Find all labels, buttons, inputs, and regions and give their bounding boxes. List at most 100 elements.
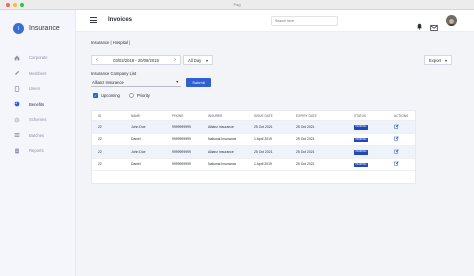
column-header-status[interactable]: STATUS	[354, 114, 366, 118]
chevron-left-icon[interactable]: ‹	[92, 56, 102, 64]
cell-phone: 9999999999	[172, 137, 191, 142]
sidebar-item-label: Benefits	[29, 101, 45, 107]
cell-phone: 9999999999	[172, 162, 191, 167]
table-row[interactable]: 22 Daniel 9999999999 National Insurance …	[92, 159, 415, 171]
settings-icon	[14, 117, 20, 123]
column-header-phone[interactable]: PHONE	[172, 114, 183, 118]
company-select[interactable]: Allianz Insurance ▼	[91, 79, 181, 87]
sidebar-nav: Corporate Members Users Benefits Schemes	[0, 50, 76, 159]
cell-expiry-date: 25 Oct 2021	[296, 149, 315, 154]
sidebar-item-label: Corporate	[29, 55, 48, 61]
column-header-id[interactable]: ID	[98, 114, 101, 118]
cell-insurer: Allianz Insurance	[208, 124, 234, 129]
cell-name: John Doe	[131, 124, 146, 129]
pencil-icon	[14, 70, 20, 76]
upcoming-label: Upcoming	[101, 93, 120, 98]
period-dropdown[interactable]: All Day ▾	[183, 55, 213, 65]
sidebar-item-corporate[interactable]: Corporate	[0, 50, 76, 66]
sidebar-item-label: Batches	[29, 132, 45, 138]
sidebar-item-batches[interactable]: Batches	[0, 128, 76, 144]
column-header-actions: ACTIONS	[394, 113, 409, 118]
cell-issue-date: 25 Oct 2021	[254, 149, 273, 154]
sidebar-item-members[interactable]: Members	[0, 66, 76, 82]
bell-icon[interactable]	[416, 17, 423, 30]
column-header-insurer[interactable]: INSURER	[208, 114, 222, 118]
search-input[interactable]	[271, 15, 338, 26]
brand-name: Insurance	[29, 25, 60, 32]
status-badge: PENDING	[354, 150, 368, 155]
sidebar-item-schemes[interactable]: Schemes	[0, 112, 76, 128]
company-list-label: Insurance Company List	[91, 71, 137, 76]
table-header: ID NAME PHONE INSURER ISSUE DATE EXPIRY …	[92, 111, 415, 121]
cell-expiry-date: 25 Oct 2021	[296, 162, 315, 167]
sidebar-item-benefits[interactable]: Benefits	[0, 97, 76, 113]
submit-button[interactable]: Submit	[186, 78, 211, 87]
sidebar-item-users[interactable]: Users	[0, 81, 76, 97]
edit-icon[interactable]	[394, 124, 399, 130]
avatar[interactable]	[446, 15, 457, 26]
chevron-right-icon[interactable]: ›	[170, 56, 180, 64]
cell-phone: 9999999999	[172, 124, 191, 129]
cell-name: Daniel	[131, 162, 141, 167]
filter-options: ✓ Upcoming Priority	[93, 93, 159, 98]
column-header-issue-date[interactable]: ISSUE DATE	[254, 114, 273, 118]
chevron-down-icon: ▾	[205, 58, 208, 63]
edit-icon[interactable]	[394, 161, 399, 167]
top-header: Invoices	[76, 10, 474, 32]
sidebar-item-label: Reports	[29, 148, 44, 154]
edit-icon[interactable]	[394, 136, 399, 142]
column-header-expiry-date[interactable]: EXPIRY DATE	[296, 114, 317, 118]
invoices-table: ID NAME PHONE INSURER ISSUE DATE EXPIRY …	[91, 110, 416, 184]
breadcrumb[interactable]: Insurance | Hospital |	[91, 40, 130, 45]
sidebar-item-label: Members	[29, 70, 47, 76]
table-row[interactable]: 22 John Doe 9999999999 Allianz Insurance…	[92, 146, 415, 159]
upcoming-checkbox[interactable]: ✓	[93, 93, 98, 98]
cell-insurer: National Insurance	[208, 137, 237, 142]
document-icon	[14, 85, 20, 92]
table-row[interactable]: 22 John Doe 9999999999 Allianz Insurance…	[92, 121, 415, 134]
cell-insurer: Allianz Insurance	[208, 149, 234, 154]
brand-logo[interactable]: I Insurance	[13, 23, 60, 34]
pie-chart-icon	[14, 101, 20, 107]
export-label: Export	[429, 57, 442, 63]
company-selected-value: Allianz Insurance	[92, 80, 124, 85]
chevron-down-icon: ▾	[444, 58, 447, 63]
browser-titlebar: Pag	[0, 0, 474, 10]
caret-down-icon: ▼	[175, 80, 179, 84]
status-badge: PENDING	[354, 162, 368, 167]
priority-radio[interactable]	[128, 93, 134, 98]
column-header-name[interactable]: NAME	[131, 114, 140, 118]
sidebar: I Insurance Corporate Members Users Bene…	[0, 10, 76, 276]
edit-icon[interactable]	[394, 149, 399, 155]
cell-id: 22	[98, 137, 102, 142]
export-dropdown[interactable]: Export ▾	[424, 55, 452, 65]
menu-icon[interactable]	[90, 17, 97, 24]
cell-insurer: National Insurance	[208, 162, 237, 167]
date-range-picker[interactable]: ‹ 03/02/2019 - 20/08/2019 ›	[91, 55, 181, 65]
cell-name: Daniel	[131, 137, 141, 142]
main-content: Insurance | Hospital | ‹ 03/02/2019 - 20…	[76, 32, 474, 276]
sidebar-item-reports[interactable]: Reports	[0, 143, 76, 159]
cell-name: John Doe	[131, 149, 146, 154]
brand-initial: I	[13, 23, 24, 34]
report-icon	[14, 148, 20, 154]
cell-expiry-date: 25 Oct 2021	[296, 124, 315, 129]
page-title: Invoices	[108, 17, 133, 23]
cell-id: 22	[98, 162, 102, 167]
cell-issue-date: 25 Oct 2021	[254, 124, 273, 129]
cell-issue-date: 1 April 2019	[254, 137, 272, 142]
stack-icon	[14, 132, 20, 138]
date-range-value: 03/02/2019 - 20/08/2019	[113, 57, 159, 63]
sidebar-item-label: Users	[29, 86, 40, 92]
home-icon	[14, 55, 20, 61]
period-value: All Day	[188, 57, 202, 63]
mail-icon[interactable]	[430, 18, 438, 31]
priority-label: Priority	[136, 93, 150, 98]
browser-tab-title: Pag	[233, 2, 241, 7]
cell-id: 22	[98, 124, 102, 129]
cell-id: 22	[98, 149, 102, 154]
cell-issue-date: 1 April 2019	[254, 162, 272, 167]
sidebar-item-label: Schemes	[29, 117, 47, 123]
table-row[interactable]: 22 Daniel 9999999999 National Insurance …	[92, 134, 415, 146]
cell-expiry-date: 25 Oct 2021	[296, 137, 315, 142]
